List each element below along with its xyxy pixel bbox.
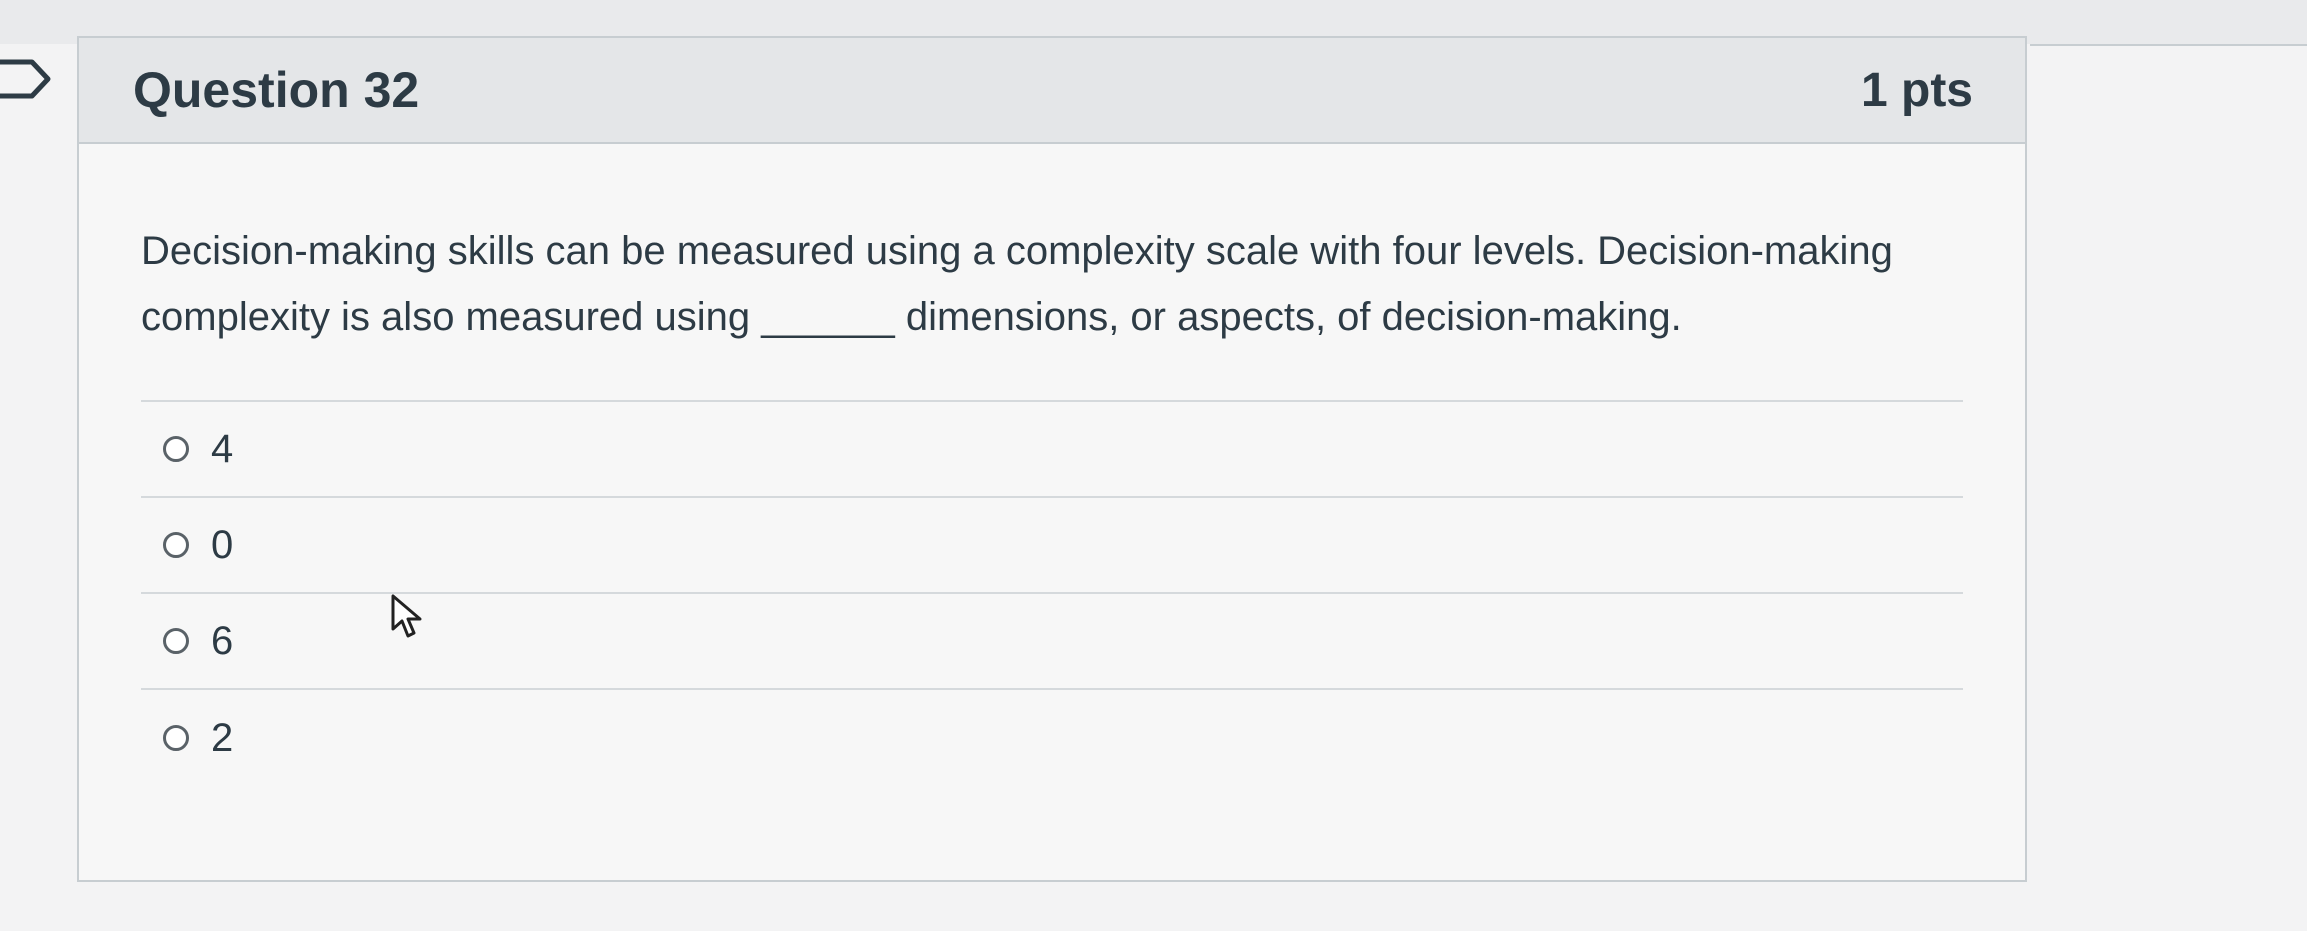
radio-button-icon[interactable]	[163, 725, 189, 751]
answer-label: 2	[211, 715, 234, 760]
radio-button-icon[interactable]	[163, 532, 189, 558]
question-body: Decision-making skills can be measured u…	[79, 144, 2025, 786]
answer-label: 4	[211, 426, 234, 471]
answer-option[interactable]: 4	[141, 402, 1963, 498]
mouse-pointer-icon	[391, 594, 422, 638]
radio-button-icon[interactable]	[163, 436, 189, 462]
answer-label: 0	[211, 522, 234, 567]
question-title: Question 32	[133, 62, 420, 118]
answer-label: 6	[211, 618, 234, 663]
question-card: Question 32 1 pts Decision-making skills…	[77, 36, 2027, 882]
question-header: Question 32 1 pts	[79, 38, 2025, 144]
question-text: Decision-making skills can be measured u…	[141, 229, 1893, 339]
question-points: 1 pts	[1860, 63, 1973, 117]
answer-option[interactable]: 0	[141, 498, 1963, 594]
answer-option[interactable]: 2	[141, 690, 1963, 786]
divider	[2030, 44, 2307, 46]
flag-question-icon[interactable]	[0, 54, 56, 104]
radio-button-icon[interactable]	[163, 628, 189, 654]
